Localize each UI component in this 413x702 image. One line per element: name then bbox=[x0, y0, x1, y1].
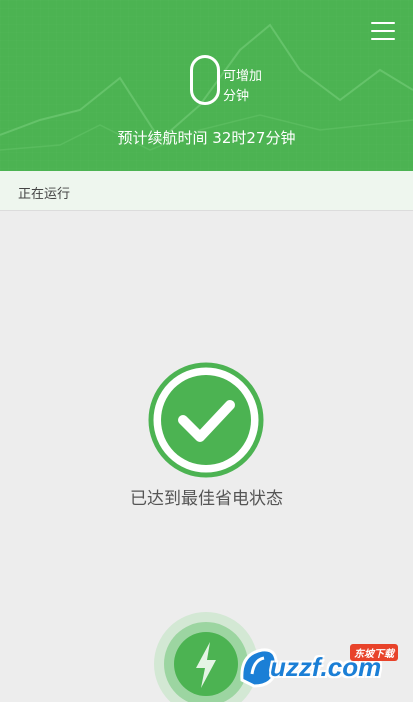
status-message: 已达到最佳省电状态 bbox=[130, 489, 283, 509]
running-section-label: 正在运行 bbox=[18, 187, 71, 202]
battery-estimate-text: 预计续航时间 32时27分钟 bbox=[117, 129, 296, 147]
gain-label-line1: 可增加 bbox=[223, 69, 263, 84]
running-section-header: 正在运行 bbox=[0, 171, 413, 211]
watermark-tag: 东坡下载 bbox=[350, 644, 398, 661]
gain-number-display: 0 bbox=[190, 55, 220, 105]
menu-icon-bar-1 bbox=[371, 22, 395, 24]
menu-button[interactable] bbox=[371, 22, 395, 40]
check-icon bbox=[148, 362, 264, 478]
menu-icon-bar-3 bbox=[371, 38, 395, 40]
gain-label-line2: 分钟 bbox=[223, 89, 250, 104]
menu-icon-bar-2 bbox=[371, 30, 395, 32]
